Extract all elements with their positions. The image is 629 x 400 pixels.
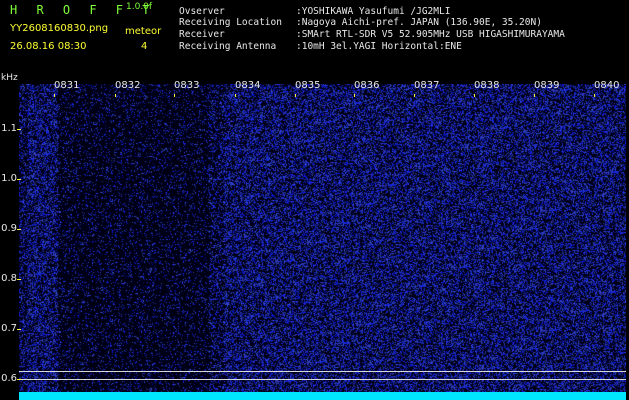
observer-key: Ovserver [179,6,225,17]
app-version: 1.0.0f [126,2,153,12]
y-tick-label: 0.7 [1,323,17,334]
date-time: 26.08.16 08:30 [10,41,87,52]
antenna-value: :10mH 3el.YAGI Horizontal:ENE [296,41,462,52]
file-name: YY2608160830.png [10,23,109,34]
x-tick [54,94,55,97]
y-tick-label: 1.1 [1,123,17,134]
x-tick [235,94,236,97]
y-tick-label: 0.8 [1,273,17,284]
x-tick-label: 0835 [295,80,321,91]
y-tick [17,229,21,230]
x-tick [414,94,415,97]
y-axis-unit: kHz [1,73,18,83]
location-key: Receiving Location [179,17,282,28]
y-tick [17,329,21,330]
x-tick-label: 0839 [534,80,560,91]
antenna-key: Receiving Antenna [179,41,277,52]
y-tick [17,279,21,280]
x-tick-label: 0836 [354,80,380,91]
x-tick-label: 0833 [174,80,200,91]
x-tick-label: 0840 [594,80,620,91]
x-tick-label: 0838 [474,80,500,91]
y-tick [17,179,21,180]
x-tick [174,94,175,97]
observer-value: :YOSHIKAWA Yasufumi /JG2MLI [296,6,451,17]
y-tick [17,129,21,130]
x-tick [295,94,296,97]
spectrogram-display [19,84,626,400]
x-tick-label: 0834 [235,80,261,91]
meteor-count: 4 [141,41,148,52]
meteor-label: meteor [125,26,162,37]
x-tick [354,94,355,97]
y-tick-label: 0.9 [1,223,17,234]
x-tick-label: 0837 [414,80,440,91]
grid-line [19,371,626,372]
y-tick-label: 0.6 [1,373,17,384]
receiver-key: Receiver [179,29,225,40]
x-tick-label: 0832 [115,80,141,91]
receiver-value: :SMArt RTL-SDR V5 52.905MHz USB HIGASHIM… [296,29,565,40]
y-tick-label: 1.0 [1,173,17,184]
x-tick [534,94,535,97]
grid-line [19,379,626,380]
signal-band [19,392,626,400]
x-tick [115,94,116,97]
x-tick [474,94,475,97]
location-value: :Nagoya Aichi-pref. JAPAN (136.90E, 35.2… [296,17,542,28]
x-tick-label: 0831 [54,80,80,91]
x-tick [594,94,595,97]
y-tick [17,379,21,380]
